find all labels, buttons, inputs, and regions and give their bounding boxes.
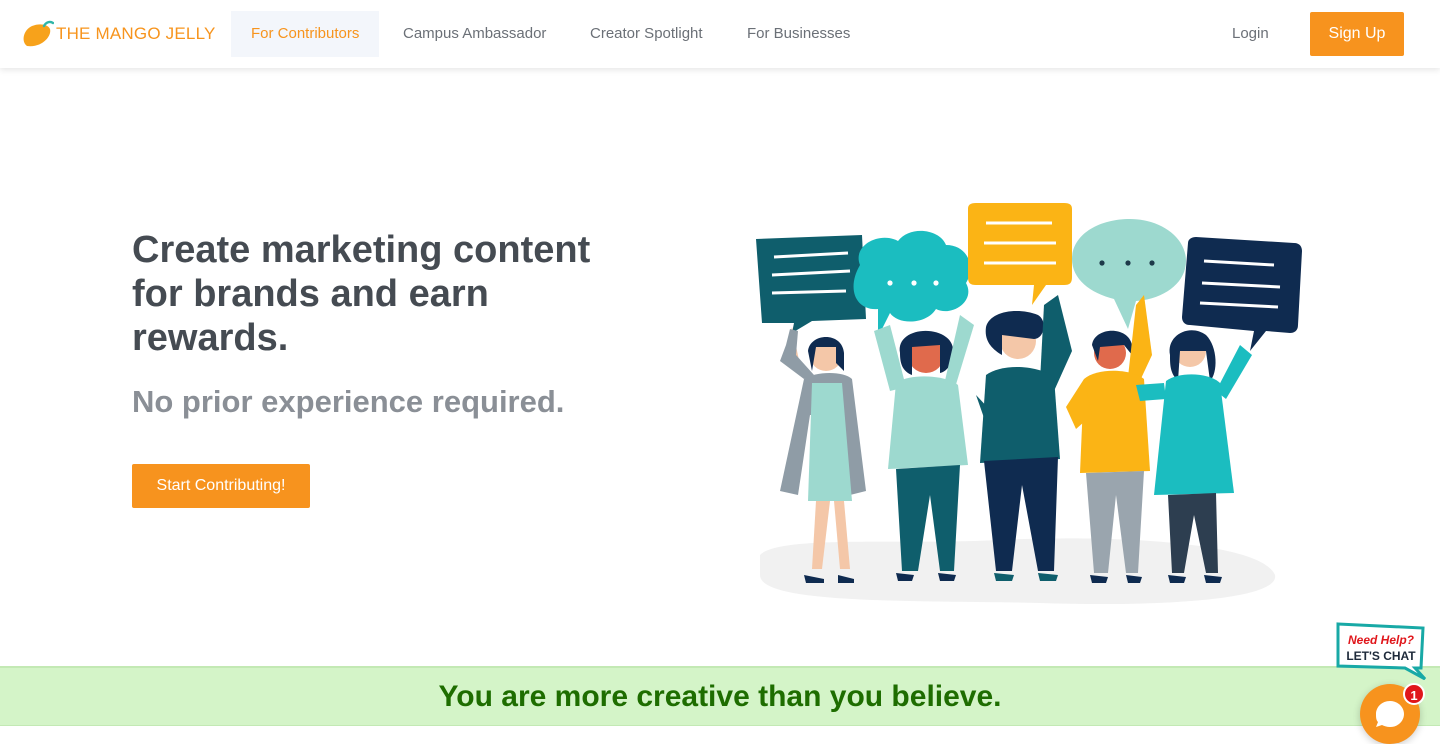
- signup-button[interactable]: Sign Up: [1310, 12, 1404, 56]
- speech-bubble-icon: [968, 203, 1072, 305]
- thought-bubble-icon: [1072, 219, 1186, 329]
- speech-bubble-icon: [756, 235, 866, 333]
- nav-for-contributors[interactable]: For Contributors: [231, 11, 380, 57]
- nav-campus-ambassador[interactable]: Campus Ambassador: [383, 11, 566, 57]
- top-navbar: THE MANGO JELLY For Contributors Campus …: [0, 0, 1440, 68]
- person-figure: [976, 295, 1072, 581]
- thought-bubble-icon: [853, 230, 971, 337]
- chat-label-line1: Need Help?: [1348, 633, 1415, 647]
- banner-text: You are more creative than you believe.: [438, 680, 1002, 713]
- hero-title: Create marketing content for brands and …: [132, 229, 591, 359]
- brand-name: THE MANGO JELLY: [56, 24, 216, 43]
- chat-bubble-icon: [1376, 701, 1404, 727]
- hero-subtitle: No prior experience required.: [132, 384, 565, 419]
- chat-notification-badge: 1: [1403, 683, 1425, 705]
- need-help-chat-label[interactable]: Need Help? LET'S CHAT: [1335, 622, 1427, 680]
- login-link[interactable]: Login: [1212, 11, 1289, 57]
- start-contributing-button[interactable]: Start Contributing!: [132, 464, 310, 508]
- people-with-speech-bubbles-illustration: [756, 203, 1302, 605]
- motivation-banner: You are more creative than you believe.: [0, 666, 1440, 726]
- chat-label-line2: LET'S CHAT: [1346, 649, 1416, 663]
- nav-for-businesses[interactable]: For Businesses: [727, 11, 870, 57]
- mango-logo-icon: [23, 20, 54, 47]
- nav-creator-spotlight[interactable]: Creator Spotlight: [570, 11, 723, 57]
- brand-logo-link[interactable]: THE MANGO JELLY: [20, 18, 216, 50]
- person-figure: [874, 315, 974, 581]
